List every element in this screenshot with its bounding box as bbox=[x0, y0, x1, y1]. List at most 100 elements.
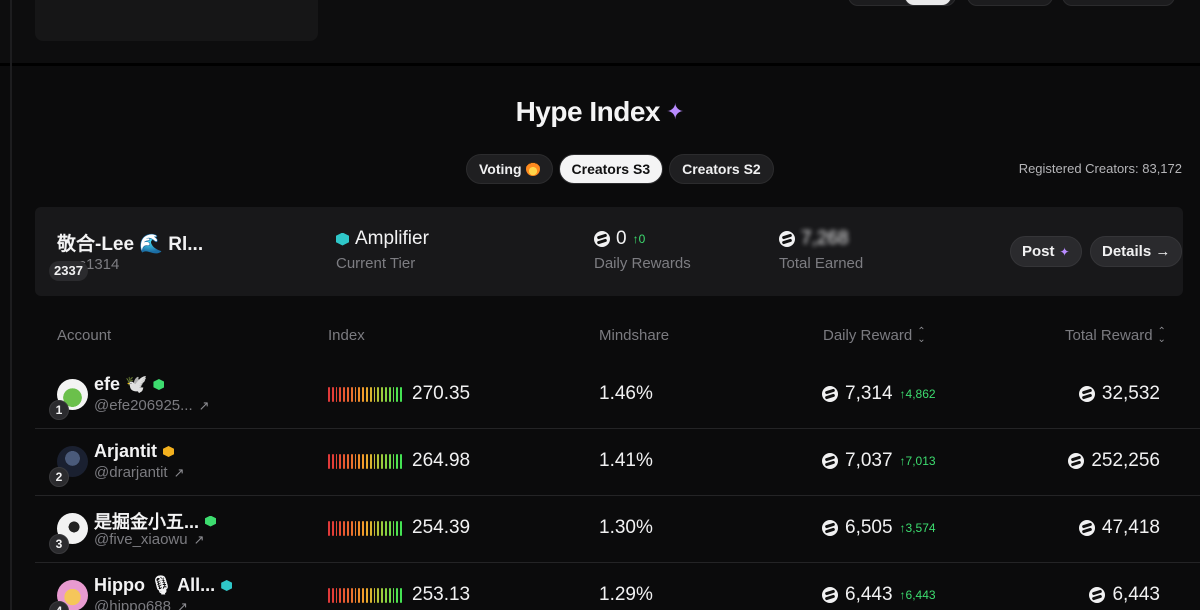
index-bar bbox=[369, 588, 372, 603]
total-reward-value: 32,532 bbox=[1101, 383, 1160, 404]
daily-reward: 7,037 ↑7,013 bbox=[822, 450, 936, 472]
top-pill-active[interactable] bbox=[904, 0, 952, 6]
tab-voting[interactable]: Voting bbox=[466, 154, 553, 184]
verified-badge-icon bbox=[153, 379, 165, 390]
index-bar bbox=[392, 588, 395, 603]
account-handle[interactable]: @drarjantit ↗ bbox=[94, 464, 185, 481]
tab-creators-s3[interactable]: Creators S3 bbox=[558, 154, 664, 184]
account-handle-text: @five_xiaowu bbox=[94, 531, 188, 548]
column-total-reward[interactable]: Total Reward ⌃ ⌄ bbox=[1065, 326, 1166, 344]
index-bar bbox=[331, 521, 334, 536]
daily-reward-change: ↑6,443 bbox=[899, 588, 936, 602]
total-earned-value: 7,268 bbox=[801, 228, 849, 249]
total-earned-stat: 7,268 Total Earned bbox=[779, 228, 863, 272]
index-bar bbox=[339, 387, 342, 402]
account-handle[interactable]: @efe206925... ↗ bbox=[94, 397, 210, 414]
details-button[interactable]: Details → bbox=[1090, 236, 1183, 267]
index-bars bbox=[328, 454, 402, 469]
tier-icon bbox=[336, 232, 349, 246]
index-bar bbox=[331, 588, 334, 603]
index-bar bbox=[388, 454, 391, 469]
index-bar bbox=[384, 454, 387, 469]
index-bar bbox=[384, 387, 387, 402]
external-link-icon[interactable]: ↗ bbox=[199, 398, 210, 414]
index-bar bbox=[388, 588, 391, 603]
account-handle-text: @drarjantit bbox=[94, 464, 168, 481]
account-name[interactable]: efe 🕊️ bbox=[94, 374, 165, 395]
index-bar bbox=[369, 454, 372, 469]
registered-creators: Registered Creators: 83,172 bbox=[1018, 161, 1182, 176]
external-link-icon[interactable]: ↗ bbox=[194, 532, 205, 548]
daily-reward-value: 6,505 bbox=[845, 517, 893, 538]
index-bar bbox=[343, 588, 345, 603]
index-bar bbox=[335, 454, 338, 469]
daily-rewards-label: Daily Rewards bbox=[594, 255, 691, 272]
rank-badge: 1 bbox=[49, 400, 69, 420]
sort-icon[interactable]: ⌃ ⌄ bbox=[1158, 326, 1166, 344]
total-reward: 47,418 bbox=[1078, 517, 1160, 539]
table-row[interactable]: 1 efe 🕊️ @efe206925... ↗ 270.35 1.46% 7,3… bbox=[35, 362, 1200, 429]
index-value: 270.35 bbox=[412, 383, 471, 404]
page-title: Hype Index bbox=[515, 96, 661, 127]
top-pill-3[interactable] bbox=[1062, 0, 1175, 6]
index-value: 253.13 bbox=[412, 584, 471, 605]
daily-reward-value: 7,037 bbox=[845, 450, 893, 471]
token-icon bbox=[1078, 520, 1095, 536]
table-row[interactable]: 4 Hippo 🎙 All... @hippo688↗ 253.13 1.29%… bbox=[35, 563, 1200, 610]
index-bar bbox=[350, 588, 353, 603]
top-card bbox=[35, 0, 318, 41]
token-icon bbox=[1078, 386, 1095, 402]
table-row[interactable]: 2 Arjantit @drarjantit ↗ 264.98 1.41% 7,0… bbox=[35, 429, 1200, 496]
total-reward-value: 6,443 bbox=[1112, 584, 1160, 605]
total-reward-value: 47,418 bbox=[1101, 517, 1160, 538]
index-bar bbox=[328, 521, 330, 536]
column-daily-reward[interactable]: Daily Reward ⌃ ⌄ bbox=[823, 326, 926, 344]
account-handle[interactable]: @five_xiaowu ↗ bbox=[94, 531, 205, 548]
index-bars bbox=[328, 588, 402, 603]
tab-creators-s2[interactable]: Creators S2 bbox=[669, 154, 774, 184]
tab-voting-label: Voting bbox=[479, 161, 522, 177]
account-name[interactable]: Hippo 🎙 All... bbox=[94, 575, 233, 596]
tab-bar: Voting Creators S3 Creators S2 bbox=[466, 154, 774, 184]
external-link-icon[interactable]: ↗ bbox=[177, 599, 188, 610]
my-rank-badge: 2337 bbox=[49, 261, 88, 281]
external-link-icon[interactable]: ↗ bbox=[174, 465, 185, 481]
daily-rewards-change: ↑0 bbox=[632, 232, 646, 246]
total-reward-value: 252,256 bbox=[1091, 450, 1160, 471]
sort-icon[interactable]: ⌃ ⌄ bbox=[917, 326, 925, 344]
column-mindshare: Mindshare bbox=[599, 327, 670, 344]
index-bar bbox=[381, 387, 383, 402]
tab-creators-s3-label: Creators S3 bbox=[571, 161, 651, 177]
title-area: Hype Index ✦ bbox=[0, 96, 1200, 128]
daily-reward-change: ↑3,574 bbox=[899, 521, 936, 535]
account-handle-text: @efe206925... bbox=[94, 397, 193, 414]
my-creator-card: 敬合-Lee 🌊 Rl... xs1314 2337 Amplifier Cur… bbox=[35, 207, 1183, 296]
rank-badge: 2 bbox=[49, 467, 69, 487]
index-bar bbox=[381, 454, 383, 469]
account-handle[interactable]: @hippo688 ↗ bbox=[94, 598, 188, 610]
fire-icon bbox=[525, 162, 540, 176]
post-button[interactable]: Post ✦ bbox=[1010, 236, 1082, 267]
index-bars bbox=[328, 521, 402, 536]
account-name[interactable]: Arjantit bbox=[94, 441, 174, 462]
tier-label: Current Tier bbox=[336, 255, 416, 272]
tier-stat: Amplifier Current Tier bbox=[336, 228, 429, 272]
post-button-label: Post bbox=[1022, 243, 1055, 260]
token-icon bbox=[1089, 587, 1106, 603]
account-name-text: efe 🕊️ bbox=[94, 374, 148, 394]
token-icon bbox=[822, 386, 838, 402]
index-bar bbox=[354, 454, 357, 469]
index-bar bbox=[350, 454, 353, 469]
index-bar bbox=[346, 521, 349, 536]
index-bar bbox=[365, 387, 368, 402]
token-icon bbox=[822, 520, 838, 536]
index-bar bbox=[346, 387, 349, 402]
verified-badge-icon bbox=[221, 580, 233, 591]
index-bar bbox=[362, 454, 364, 469]
index-bar bbox=[331, 454, 334, 469]
details-button-label: Details → bbox=[1102, 243, 1171, 260]
top-pill-2[interactable] bbox=[967, 0, 1053, 6]
index-bar bbox=[343, 387, 345, 402]
index-bar bbox=[335, 588, 338, 603]
table-row[interactable]: 3 是掘金小五... @five_xiaowu ↗ 254.39 1.30% 6,… bbox=[35, 496, 1200, 563]
